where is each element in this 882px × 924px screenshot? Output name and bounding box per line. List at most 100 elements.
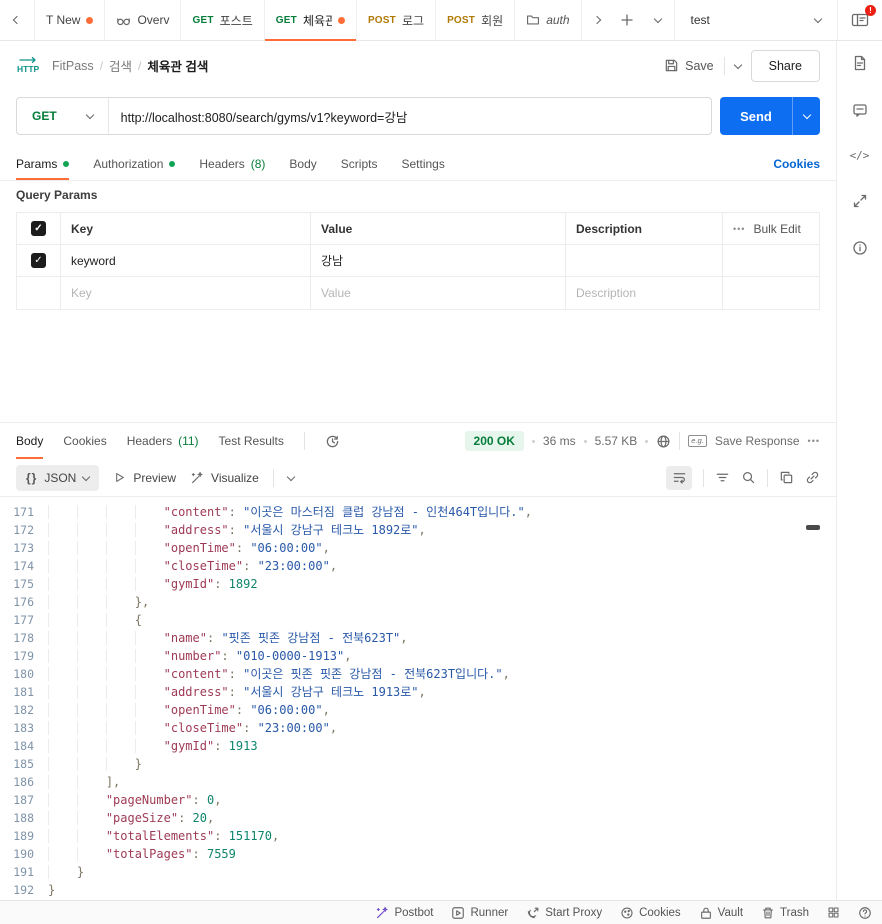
tab-scripts[interactable]: Scripts: [341, 147, 378, 180]
tabs-scroll-right-button[interactable]: [580, 0, 612, 40]
tabs-scroll-left-button[interactable]: [0, 0, 34, 40]
runner-button[interactable]: Runner: [451, 906, 508, 920]
notification-badge: !: [865, 5, 876, 16]
globe-network-icon[interactable]: [656, 434, 671, 449]
info-icon[interactable]: [852, 240, 868, 256]
format-selector[interactable]: {} JSON: [16, 464, 100, 491]
vault-button[interactable]: Vault: [699, 906, 743, 920]
row-checkbox[interactable]: ✓: [17, 245, 61, 277]
code-text: "totalPages": 7559: [48, 845, 236, 863]
response-size[interactable]: 5.57 KB: [595, 434, 638, 448]
response-tab-body[interactable]: Body: [16, 423, 44, 459]
select-all-checkbox[interactable]: ✓: [17, 213, 61, 245]
param-description-placeholder[interactable]: Description: [566, 277, 723, 309]
url-container: GET http://localhost:8080/search/gyms/v1…: [16, 97, 712, 135]
line-number: 186: [13, 775, 34, 789]
tab-auth-folder[interactable]: auth: [514, 0, 580, 40]
postbot-wand-icon: [377, 906, 389, 918]
divider: [767, 468, 768, 487]
tab-overview[interactable]: Overv: [104, 0, 180, 40]
code-snippet-icon[interactable]: </>: [850, 149, 870, 162]
tab-get-gym-search[interactable]: GET 체육관: [263, 0, 357, 41]
preview-button[interactable]: Preview: [113, 471, 176, 485]
line-number: 181: [13, 685, 34, 699]
param-value-placeholder[interactable]: Value: [311, 277, 566, 309]
breadcrumb-folder[interactable]: 검색: [109, 56, 132, 75]
breadcrumb-separator: /: [138, 58, 142, 73]
response-tab-cookies[interactable]: Cookies: [63, 423, 106, 459]
url-input[interactable]: http://localhost:8080/search/gyms/v1?key…: [109, 107, 420, 126]
unsaved-dot: [86, 16, 94, 24]
response-header: Body Cookies Headers (11) Test Results 20…: [0, 423, 836, 459]
dot-separator: [583, 439, 587, 443]
trash-button[interactable]: Trash: [761, 906, 809, 920]
sync-arrows-icon[interactable]: [852, 193, 868, 209]
tab-options-button[interactable]: [643, 0, 674, 40]
response-tab-test-results[interactable]: Test Results: [219, 423, 284, 459]
tab-post-member[interactable]: POST 회원: [435, 0, 514, 40]
method-selector[interactable]: GET: [17, 98, 109, 134]
response-time[interactable]: 36 ms: [543, 434, 576, 448]
history-icon[interactable]: [325, 434, 340, 449]
tab-new[interactable]: T New: [34, 0, 104, 40]
tab-body[interactable]: Body: [289, 147, 316, 180]
tab-params[interactable]: Params: [16, 147, 70, 180]
panel-grid-icon[interactable]: [827, 906, 840, 919]
response-body-editor[interactable]: 171 "content": "이곳은 마스터짐 클럽 강남점 - 인천464T…: [0, 497, 836, 899]
send-options-button[interactable]: [792, 97, 820, 135]
divider: [303, 432, 305, 450]
wrap-lines-icon: [673, 473, 685, 484]
filter-icon[interactable]: [715, 470, 730, 485]
start-proxy-button[interactable]: Start Proxy: [526, 906, 602, 920]
agent-selector-button[interactable]: !: [837, 0, 882, 40]
response-tab-headers[interactable]: Headers (11): [127, 423, 199, 459]
bulk-edit-button[interactable]: ••• Bulk Edit: [723, 213, 819, 245]
documentation-icon[interactable]: [852, 55, 868, 71]
link-icon[interactable]: [805, 470, 820, 485]
param-key-cell[interactable]: keyword: [61, 245, 311, 277]
scrollbar-thumb[interactable]: [806, 525, 820, 530]
dot-separator: [645, 439, 649, 443]
add-tab-button[interactable]: [612, 0, 643, 40]
wrap-lines-button[interactable]: [666, 465, 692, 490]
save-button[interactable]: Save: [664, 58, 714, 73]
tab-get-post-list[interactable]: GET 포스트: [180, 0, 263, 40]
line-number: 173: [13, 541, 34, 555]
code-text: "openTime": "06:00:00",: [48, 539, 330, 557]
cookies-button[interactable]: Cookies: [620, 906, 681, 920]
send-button[interactable]: Send: [720, 97, 820, 135]
copy-icon[interactable]: [779, 470, 794, 485]
param-key-placeholder[interactable]: Key: [61, 277, 311, 309]
tab-settings[interactable]: Settings: [401, 147, 444, 180]
code-lines: 171 "content": "이곳은 마스터짐 클럽 강남점 - 인천464T…: [0, 503, 836, 899]
param-description-cell[interactable]: [566, 245, 723, 277]
breadcrumb-collection[interactable]: FitPass: [52, 59, 94, 73]
save-options-chevron-icon[interactable]: [733, 60, 742, 69]
tab-headers[interactable]: Headers (8): [199, 147, 265, 180]
breadcrumb-request-name[interactable]: 체육관 검색: [147, 56, 208, 75]
more-actions-icon[interactable]: •••: [808, 436, 820, 446]
send-label[interactable]: Send: [720, 97, 792, 135]
comments-icon[interactable]: [852, 102, 868, 118]
line-number: 177: [13, 613, 34, 627]
help-icon[interactable]: [858, 906, 872, 920]
tab-authorization[interactable]: Authorization: [93, 147, 176, 180]
search-icon[interactable]: [741, 470, 756, 485]
code-text: },: [48, 593, 149, 611]
share-button[interactable]: Share: [750, 49, 820, 82]
tab-post-login[interactable]: POST 로그: [355, 0, 435, 40]
cookies-icon: [621, 906, 633, 919]
visualize-button[interactable]: Visualize: [190, 471, 259, 485]
workspace-switcher[interactable]: test: [673, 0, 837, 40]
method-label: GET: [32, 109, 57, 123]
overview-goggles-icon: [117, 17, 131, 25]
postbot-button[interactable]: Postbot: [375, 906, 433, 920]
status-badge[interactable]: 200 OK: [464, 431, 524, 451]
chevron-down-icon[interactable]: [286, 472, 296, 481]
line-number: 184: [13, 739, 34, 753]
save-response-button[interactable]: Save Response: [715, 434, 800, 448]
param-value-cell[interactable]: 강남: [311, 245, 566, 277]
code-line: 183 "closeTime": "23:00:00",: [0, 719, 836, 737]
cookies-link[interactable]: Cookies: [773, 157, 820, 171]
code-line: 171 "content": "이곳은 마스터짐 클럽 강남점 - 인천464T…: [0, 503, 836, 521]
